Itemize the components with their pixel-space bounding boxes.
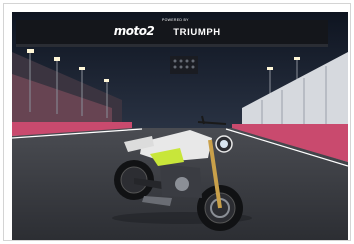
moto2-logo: moto2 xyxy=(113,24,155,38)
photo: moto2 POWERED BY TRIUMPH xyxy=(12,12,348,240)
image-frame: moto2 POWERED BY TRIUMPH xyxy=(3,3,351,241)
track-scene xyxy=(12,12,348,240)
triumph-logo: TRIUMPH xyxy=(173,26,221,38)
powered-by-text: POWERED BY xyxy=(162,18,189,22)
